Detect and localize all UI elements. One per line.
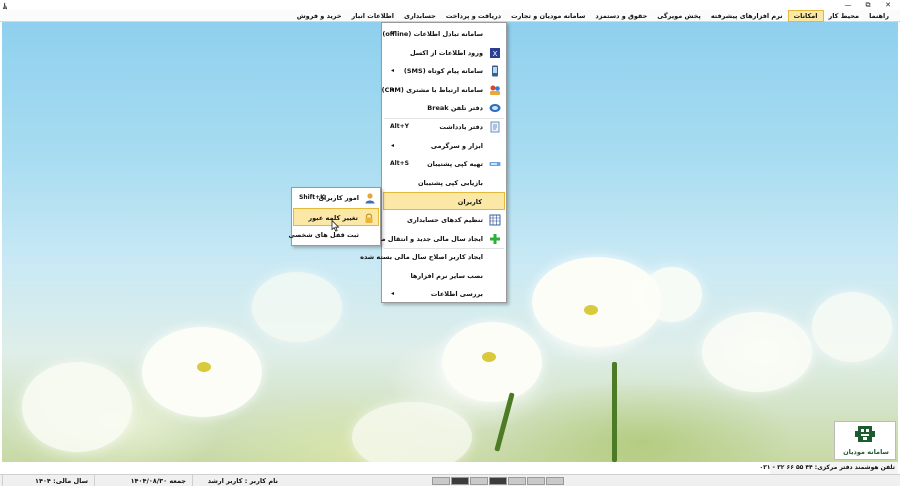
phone-icon bbox=[489, 65, 501, 77]
dropdown-item-label: سامانه تبادل اطلاعات (offline) bbox=[382, 30, 483, 38]
task-indicator[interactable] bbox=[546, 477, 564, 485]
dropdown-item-shortcut: Alt+S bbox=[390, 160, 409, 168]
task-indicator[interactable] bbox=[527, 477, 545, 485]
dropdown-item-14[interactable]: بررسی اطلاعات ◂ bbox=[383, 285, 505, 303]
task-indicator[interactable] bbox=[470, 477, 488, 485]
moadian-logo[interactable]: سامانه مودیان bbox=[834, 421, 896, 460]
user-icon bbox=[364, 192, 376, 204]
submenu-arrow-icon: ◂ bbox=[391, 290, 395, 298]
flower-stamen bbox=[482, 352, 496, 362]
crm-icon bbox=[489, 84, 501, 96]
dropdown-item-label: ابزار و سرگرمی bbox=[430, 141, 483, 150]
status-bar: سال مالی: ۱۴۰۴ جمعه ۱۴۰۴/۰۸/۳۰ نام کاربر… bbox=[0, 474, 900, 486]
submenu-arrow-icon: ◂ bbox=[391, 30, 395, 37]
submenu-arrow-icon: ◂ bbox=[391, 141, 395, 149]
dropdown-item-6[interactable]: ابزار و سرگرمی ◂ bbox=[383, 137, 505, 155]
flower-stamen bbox=[197, 362, 211, 372]
dropdown-item-label: ایجاد کاربر اصلاح سال مالی بسته شده bbox=[360, 253, 483, 262]
menu-items: خرید و فروش اطلاعات انبار حسابداری دریافت و… bbox=[292, 10, 894, 22]
dropdown-item-label: دفتر تلفن Break bbox=[427, 104, 483, 113]
flower-stem bbox=[612, 362, 617, 462]
menu-item-7[interactable]: نرم افزارهای پیشرفته bbox=[706, 10, 788, 22]
task-indicator[interactable] bbox=[489, 477, 507, 485]
submenu-arrow-icon: ◂ bbox=[391, 67, 395, 75]
dropdown-item-label: بازیابی کپی پشتیبان bbox=[417, 178, 483, 187]
flower-stamen bbox=[584, 305, 598, 315]
task-indicator[interactable] bbox=[432, 477, 450, 485]
tools-dropdown-menu: سامانه تبادل اطلاعات (offline) ◂ ورود اطلا… bbox=[360, 22, 507, 303]
dropdown-item-label: کاربران bbox=[457, 198, 482, 207]
menu-item-3[interactable]: دریافت و پرداخت bbox=[441, 10, 506, 22]
submenu-item-shortcut: Shift+K bbox=[299, 194, 325, 201]
dropdown-item-13[interactable]: نصب سایر نرم افزارها bbox=[383, 267, 505, 285]
dropdown-item-12[interactable]: ایجاد کاربر اصلاح سال مالی بسته شده bbox=[360, 248, 505, 266]
dropdown-item-11[interactable]: ایجاد سال مالی جدید و انتقال مانده ها bbox=[360, 230, 505, 248]
menu-item-8[interactable]: امکانات bbox=[787, 10, 824, 22]
minimize-button[interactable]: — bbox=[838, 0, 858, 10]
status-date: جمعه ۱۴۰۴/۰۸/۳۰ bbox=[94, 475, 190, 486]
flower-decoration bbox=[142, 327, 262, 417]
users-submenu: امور کاربران Shift+K تغییر کلمه عبور ثبت قف… bbox=[288, 187, 381, 246]
status-task-indicators bbox=[432, 477, 564, 485]
flower-decoration bbox=[352, 402, 472, 462]
flower-decoration bbox=[22, 362, 132, 452]
dropdown-item-label: سامانه پیام کوتاه (SMS) bbox=[403, 67, 483, 76]
dropdown-item-0[interactable]: سامانه تبادل اطلاعات (offline) ◂ bbox=[382, 25, 505, 43]
menu-item-6[interactable]: پخش مویرگی bbox=[652, 10, 706, 22]
task-indicator[interactable] bbox=[508, 477, 526, 485]
menu-item-2[interactable]: حسابداری bbox=[399, 10, 441, 22]
dropdown-item-9[interactable]: کاربران bbox=[383, 192, 505, 211]
dropdown-item-label: دفتر یادداشت bbox=[439, 123, 483, 131]
menu-item-9[interactable]: محیط کار bbox=[824, 10, 865, 22]
dropdown-item-5[interactable]: دفتر یادداشت Alt+Y bbox=[383, 118, 505, 136]
svg-text:X: X bbox=[493, 50, 498, 58]
status-user: نام کاربر : کاربر ارشد bbox=[192, 475, 282, 486]
task-indicator[interactable] bbox=[451, 477, 469, 485]
window-controls: — ⧉ ✕ bbox=[838, 0, 898, 10]
table-icon bbox=[489, 214, 501, 226]
dropdown-item-1[interactable]: ورود اطلاعات از اکسل X bbox=[383, 44, 505, 62]
dropdown-item-2[interactable]: سامانه پیام کوتاه (SMS) ◂ bbox=[383, 62, 505, 80]
phonebook-icon bbox=[489, 102, 501, 114]
dropdown-item-7[interactable]: تهیه کپی پشتیبان Alt+S bbox=[383, 155, 505, 173]
menu-item-1[interactable]: اطلاعات انبار bbox=[347, 10, 399, 22]
menu-item-10[interactable]: راهنما bbox=[864, 10, 894, 22]
dropdown-item-4[interactable]: دفتر تلفن Break bbox=[383, 99, 505, 117]
notebook-icon bbox=[489, 121, 501, 133]
plus-icon bbox=[489, 233, 501, 245]
menu-item-4[interactable]: سامانه مودیان و تجارت bbox=[506, 10, 590, 22]
logo-caption: سامانه مودیان bbox=[843, 448, 889, 456]
dropdown-item-label: تهیه کپی پشتیبان bbox=[427, 160, 483, 169]
dropdown-item-label: بررسی اطلاعات bbox=[430, 290, 483, 299]
title-bar: ﾑ — ⧉ ✕ bbox=[0, 0, 900, 11]
flower-decoration bbox=[642, 267, 702, 322]
flower-decoration bbox=[702, 312, 812, 392]
menu-item-0[interactable]: خرید و فروش bbox=[292, 10, 347, 22]
submenu-arrow-icon: ◂ bbox=[391, 85, 395, 93]
status-fiscal-year: سال مالی: ۱۴۰۴ bbox=[2, 475, 92, 486]
menu-item-5[interactable]: حقوق و دستمزد bbox=[590, 10, 652, 22]
dropdown-item-8[interactable]: بازیابی کپی پشتیبان bbox=[383, 174, 505, 192]
excel-icon: X bbox=[489, 47, 501, 59]
submenu-item-label: ثبت قفل های شخصی bbox=[288, 231, 359, 239]
dropdown-item-label: ورود اطلاعات از اکسل bbox=[409, 48, 483, 57]
dropdown-item-shortcut: Alt+Y bbox=[390, 123, 409, 130]
dropdown-item-label: نصب سایر نرم افزارها bbox=[410, 271, 483, 280]
flower-decoration bbox=[442, 322, 542, 402]
flower-decoration bbox=[812, 292, 892, 362]
flower-decoration bbox=[252, 272, 342, 342]
moadian-emblem-icon bbox=[855, 426, 875, 442]
menu-bar: خرید و فروش اطلاعات انبار حسابداری دریافت و… bbox=[0, 10, 900, 22]
mouse-cursor-icon bbox=[331, 220, 340, 232]
dropdown-item-label: تنظیم کدهای حسابداری bbox=[406, 216, 483, 224]
submenu-item-0[interactable]: امور کاربران Shift+K bbox=[293, 189, 379, 207]
lock-icon bbox=[363, 212, 375, 224]
dropdown-item-3[interactable]: سامانه ارتباط با مشتری (CRM) ◂ bbox=[381, 81, 505, 99]
backup-icon bbox=[489, 158, 501, 170]
close-button[interactable]: ✕ bbox=[878, 0, 898, 10]
dropdown-item-label: سامانه ارتباط با مشتری (CRM) bbox=[381, 85, 483, 94]
restore-button[interactable]: ⧉ bbox=[858, 0, 878, 10]
central-office-phone: تلفن هوشمند دفتر مرکزی: ۴۴ ۵۵ ۶۶ ۳۲ - ۰۳… bbox=[759, 462, 898, 474]
dropdown-item-10[interactable]: تنظیم کدهای حسابداری bbox=[383, 211, 505, 229]
